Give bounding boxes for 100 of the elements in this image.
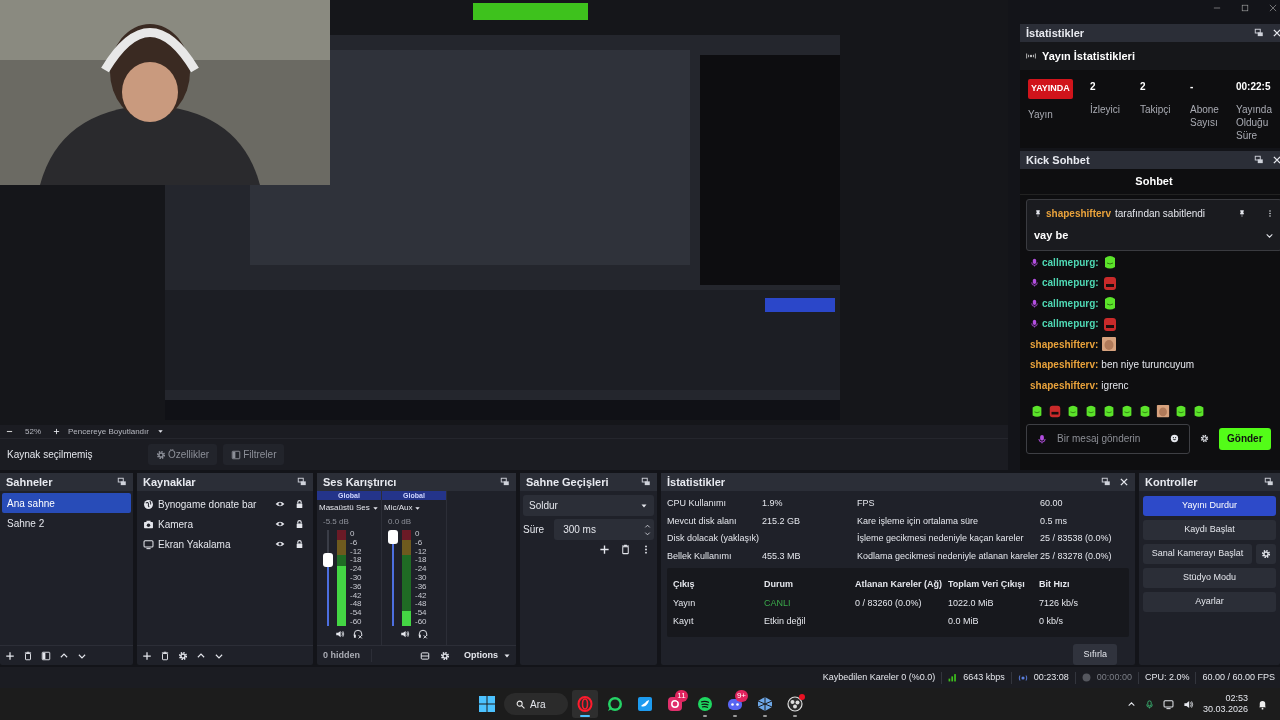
gear-icon[interactable] [178, 650, 188, 661]
undock-icon[interactable] [297, 477, 307, 487]
channel-name[interactable]: Mic/Aux [384, 502, 413, 514]
undock-icon[interactable] [1254, 28, 1264, 38]
undock-icon[interactable] [1254, 155, 1264, 165]
stat-value: 1.9% [762, 497, 784, 510]
stat-label: Disk dolacak (yaklaşık) [667, 532, 761, 545]
windows-icon[interactable] [479, 696, 495, 712]
emoji-icon[interactable] [1170, 434, 1179, 443]
stat-label: Kodlama gecikmesi nedeniyle atlanan kareler [857, 549, 1040, 563]
settings-icon[interactable] [1200, 434, 1209, 443]
control-button[interactable]: Kaydı Başlat [1143, 520, 1276, 540]
emote-icon [1101, 274, 1118, 291]
stat-value: 25 / 83538 (0.0%) [1040, 532, 1112, 545]
bell-icon[interactable] [1257, 698, 1268, 710]
eye-icon[interactable] [275, 499, 285, 509]
speaker-icon[interactable] [1182, 698, 1194, 710]
caret-icon[interactable] [156, 428, 164, 435]
undock-icon[interactable] [117, 477, 127, 487]
volume-slider[interactable] [388, 530, 398, 626]
settings-button[interactable] [1256, 544, 1276, 564]
channel-name[interactable]: Masaüstü Ses [319, 502, 370, 514]
scale-label: -24 [350, 565, 362, 574]
column-header: Atlanan Kareler (Ağ) [855, 578, 944, 591]
transition-dropdown[interactable]: Soldur [523, 495, 654, 516]
table-cell-text: 0.0 MiB [948, 615, 980, 628]
send-button[interactable]: Gönder [1219, 427, 1271, 450]
emote-icon [1048, 403, 1062, 418]
undock-icon[interactable] [1101, 477, 1111, 487]
gear-icon[interactable] [440, 650, 450, 661]
scene-item[interactable]: Ana sahne [2, 493, 131, 513]
stat-value: 455.3 MB [762, 549, 802, 563]
dock-title: İstatistikler [667, 474, 726, 490]
speaker-icon[interactable] [400, 629, 410, 639]
caret-icon[interactable] [414, 504, 422, 512]
source-item[interactable]: Ekran Yakalama [158, 536, 271, 552]
taskbar-app[interactable] [572, 690, 598, 718]
add-icon[interactable] [142, 650, 152, 661]
microphone-icon [1037, 432, 1047, 445]
duration-field[interactable]: 300 ms [554, 519, 654, 540]
control-button[interactable]: Sanal Kamerayı Başlat [1143, 544, 1252, 564]
control-button[interactable]: Ayarlar [1143, 592, 1276, 612]
filter-icon[interactable] [41, 650, 51, 661]
lock-icon[interactable] [295, 499, 304, 509]
chat-bubble-icon [607, 696, 623, 712]
dock-title: Sahneler [6, 474, 53, 490]
zoom-in-icon[interactable] [53, 428, 60, 435]
taskbar-app[interactable]: 11 [662, 690, 688, 718]
running-indicator [733, 715, 737, 717]
search-field[interactable]: Ara [504, 693, 568, 715]
microphone-icon[interactable] [1144, 698, 1154, 710]
status-text: 6643 kbps [963, 670, 1005, 684]
dock-title: Kontroller [1145, 474, 1198, 490]
lock-icon[interactable] [295, 519, 304, 529]
eye-icon[interactable] [275, 519, 285, 529]
stat-label: FPS [857, 497, 876, 510]
db-reading: 0.0 dB [387, 516, 413, 528]
add-icon[interactable] [599, 544, 610, 555]
column-header: Bit Hızı [1039, 578, 1071, 591]
headphones-icon[interactable] [353, 629, 363, 639]
control-button[interactable]: Stüdyo Modu [1143, 568, 1276, 588]
control-button[interactable]: Yayını Durdur [1143, 496, 1276, 516]
zoom-out-icon[interactable] [6, 428, 13, 435]
lock-icon[interactable] [295, 539, 304, 549]
eye-icon[interactable] [275, 539, 285, 549]
volume-slider[interactable] [323, 530, 333, 626]
message-input-box[interactable]: Bir mesaj gönderin [1026, 423, 1190, 454]
monitor-icon[interactable] [1162, 698, 1174, 710]
slider-thumb[interactable] [388, 530, 398, 544]
trash-icon[interactable] [23, 650, 33, 661]
reset-button[interactable]: Sıfırla [1073, 644, 1117, 665]
message-input-field[interactable]: Bir mesaj gönderin [1057, 431, 1160, 446]
monitor-icon [143, 538, 154, 550]
undock-icon[interactable] [1264, 477, 1274, 487]
chevron-up-icon[interactable] [644, 522, 651, 530]
scene-item[interactable]: Sahne 2 [2, 513, 131, 533]
source-item[interactable]: Kamera [158, 516, 271, 532]
options-button[interactable]: Options [464, 648, 516, 663]
speaker-icon[interactable] [335, 629, 345, 639]
table-cell-text: Kayıt [673, 615, 695, 628]
undock-icon[interactable] [641, 477, 651, 487]
more-icon[interactable] [1266, 209, 1274, 218]
trash-icon[interactable] [620, 544, 631, 555]
undock-icon[interactable] [500, 477, 510, 487]
taskbar-app[interactable]: 9+ [722, 690, 748, 718]
headphones-icon[interactable] [418, 629, 428, 639]
add-icon[interactable] [5, 650, 15, 661]
chevron-up-icon[interactable] [1126, 699, 1136, 709]
maximize-icon[interactable] [1240, 3, 1250, 13]
source-item[interactable]: Bynogame donate bar [158, 496, 271, 512]
pin-icon[interactable] [1238, 209, 1246, 218]
emote-icon [1101, 315, 1118, 332]
clock-time[interactable]: 02:53 [1225, 693, 1248, 704]
trash-icon[interactable] [160, 650, 170, 661]
caret-icon[interactable] [371, 504, 379, 512]
clock-date[interactable]: 30.03.2026 [1202, 704, 1248, 715]
chevron-down-icon[interactable] [644, 529, 651, 537]
layout-icon[interactable] [420, 650, 430, 661]
emote-icon [1174, 403, 1188, 418]
slider-thumb[interactable] [323, 552, 333, 567]
